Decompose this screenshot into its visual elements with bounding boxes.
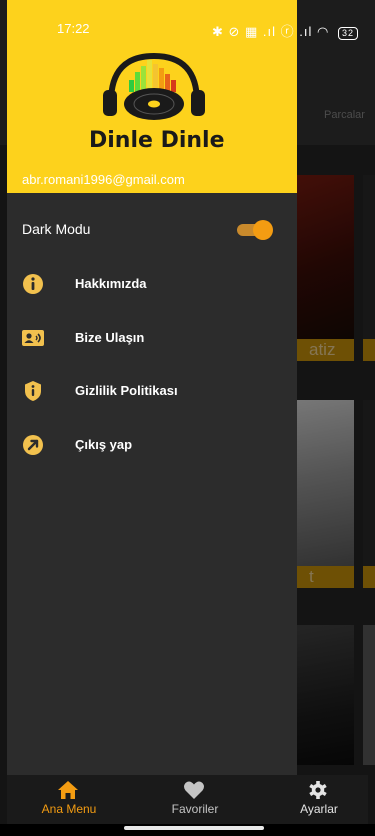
status-bar: 17:22 ✱ ⊘ ▦ .ıl ⓡ .ıl ◠ 32	[0, 0, 375, 40]
app-logo-icon	[103, 52, 205, 120]
menu-item-privacy[interactable]: Gizlilik Politikası	[22, 377, 282, 405]
battery-icon: 32	[337, 27, 358, 40]
exit-arrow-icon	[23, 435, 43, 455]
status-right-icons: ✱ ⊘ ▦ .ıl ⓡ .ıl ◠	[212, 24, 330, 39]
status-icons: ✱ ⊘ ▦ .ıl ⓡ .ıl ◠ 32	[212, 21, 358, 40]
toggle-knob	[253, 220, 273, 240]
shield-icon	[25, 381, 41, 401]
info-icon	[23, 274, 43, 294]
nav-item-home[interactable]: Ana Menu	[19, 775, 119, 824]
menu-item-label: Bize Ulaşın	[75, 330, 145, 345]
dark-mode-toggle[interactable]	[237, 220, 273, 240]
gear-icon	[309, 781, 327, 799]
nav-label: Ana Menu	[41, 802, 97, 816]
nav-label: Favoriler	[171, 802, 219, 816]
status-time: 17:22	[57, 21, 90, 36]
menu-item-label: Hakkımızda	[75, 276, 147, 291]
menu-item-label: Çıkış yap	[75, 437, 133, 452]
dark-mode-row: Dark Modu	[22, 220, 282, 240]
nav-item-favorites[interactable]: Favoriler	[145, 775, 245, 824]
menu-item-contact[interactable]: Bize Ulaşın	[22, 324, 282, 352]
bottom-navigation: Ana Menu Favoriler Ayarlar	[7, 775, 368, 824]
menu-item-logout[interactable]: Çıkış yap	[22, 431, 282, 459]
navigation-drawer: Dinle Dinle abr.romani1996@gmail.com Dar…	[7, 0, 297, 836]
menu-item-label: Gizlilik Politikası	[75, 383, 178, 398]
contact-card-icon	[22, 330, 44, 346]
home-indicator[interactable]	[124, 826, 264, 830]
home-icon	[58, 781, 78, 799]
nav-item-settings[interactable]: Ayarlar	[269, 775, 369, 824]
nav-label: Ayarlar	[300, 802, 338, 816]
app-brand-title: Dinle Dinle	[89, 128, 225, 153]
dark-mode-label: Dark Modu	[22, 221, 91, 237]
heart-icon	[184, 781, 204, 799]
user-email: abr.romani1996@gmail.com	[22, 172, 185, 187]
menu-item-about[interactable]: Hakkımızda	[22, 270, 282, 298]
